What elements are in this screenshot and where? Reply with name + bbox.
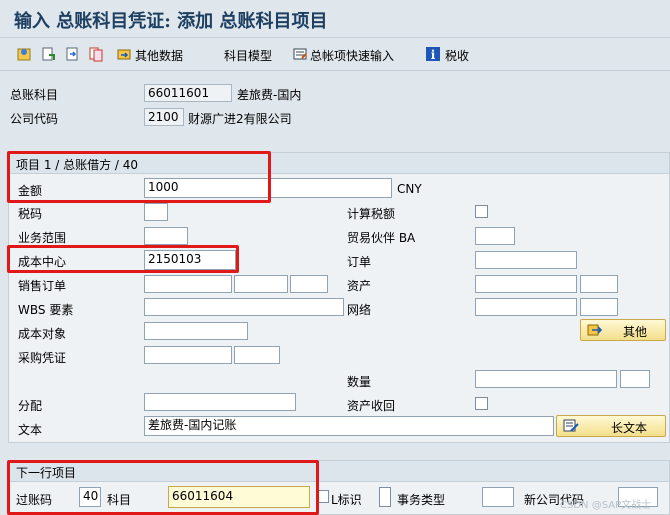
sales-order-item-input[interactable]	[234, 275, 288, 293]
application-toolbar: 其他数据 科目模型 总帐项快速输入 i 税收	[0, 37, 670, 71]
highlight-box-cost-center	[7, 245, 239, 273]
more-button[interactable]: 其他	[580, 319, 666, 341]
sales-order-input[interactable]	[144, 275, 232, 293]
fast-entry-icon[interactable]	[292, 46, 308, 62]
other-data-icon[interactable]	[116, 46, 132, 62]
cost-object-label: 成本对象	[18, 327, 67, 341]
tax-button[interactable]: 税收	[445, 47, 469, 64]
page-title: 输入 总账科目凭证: 添加 总账科目项目	[14, 11, 328, 32]
asset-subnumber-input[interactable]	[580, 275, 618, 293]
transaction-type-input[interactable]	[482, 487, 514, 507]
sgl-indicator-label: L标识	[331, 493, 362, 507]
item-text-input[interactable]: 差旅费-国内记账	[144, 416, 554, 436]
transaction-type-label: 事务类型	[397, 493, 446, 507]
order-input[interactable]	[475, 251, 577, 269]
asset-retirement-checkbox[interactable]	[475, 397, 488, 410]
delete-item-icon[interactable]	[88, 46, 104, 62]
asset-retirement-label: 资产收回	[347, 399, 396, 413]
more-arrow-icon	[587, 324, 603, 336]
business-area-input[interactable]	[144, 227, 188, 245]
document-overview-icon[interactable]	[16, 46, 32, 62]
assignment-input[interactable]	[144, 393, 296, 411]
company-code-field: 2100	[144, 108, 184, 126]
long-text-button[interactable]: 长文本	[556, 415, 666, 437]
purchasing-doc-item-input[interactable]	[234, 346, 280, 364]
text-label: 文本	[18, 423, 43, 437]
calculate-tax-label: 计算税额	[347, 207, 396, 221]
purchasing-doc-input[interactable]	[144, 346, 232, 364]
order-label: 订单	[347, 255, 372, 269]
tax-code-label: 税码	[18, 207, 43, 221]
trading-partner-input[interactable]	[475, 227, 515, 245]
sgl-indicator-input[interactable]	[379, 487, 391, 507]
info-icon[interactable]: i	[425, 46, 441, 62]
sales-order-schedule-input[interactable]	[290, 275, 328, 293]
tax-code-input[interactable]	[144, 203, 168, 221]
network-activity-input[interactable]	[580, 298, 618, 316]
highlight-box-next-item	[7, 460, 319, 515]
gl-account-field: 66011601	[144, 84, 232, 102]
park-document-icon[interactable]	[64, 46, 80, 62]
quantity-label: 数量	[347, 375, 372, 389]
more-button-label: 其他	[622, 325, 647, 339]
sales-order-label: 销售订单	[18, 279, 67, 293]
currency-text: CNY	[397, 182, 422, 196]
hold-document-icon[interactable]	[40, 46, 56, 62]
fast-entry-button[interactable]: 总帐项快速输入	[310, 47, 394, 64]
other-data-button[interactable]: 其他数据	[135, 47, 183, 64]
long-text-icon	[563, 419, 579, 432]
quantity-unit-input[interactable]	[620, 370, 650, 388]
quantity-input[interactable]	[475, 370, 617, 388]
asset-label: 资产	[347, 279, 372, 293]
calculate-tax-checkbox[interactable]	[475, 205, 488, 218]
business-area-label: 业务范围	[18, 231, 67, 245]
wbs-label: WBS 要素	[18, 303, 74, 317]
network-input[interactable]	[475, 298, 577, 316]
trading-partner-label: 贸易伙伴 BA	[347, 231, 416, 245]
purchasing-doc-label: 采购凭证	[18, 351, 67, 365]
cost-object-input[interactable]	[144, 322, 248, 340]
company-code-description: 财源广进2有限公司	[188, 112, 292, 126]
gl-account-label: 总账科目	[10, 88, 59, 102]
highlight-box-item-amount	[7, 151, 271, 203]
asset-input[interactable]	[475, 275, 577, 293]
account-model-button[interactable]: 科目模型	[224, 47, 272, 64]
assignment-label: 分配	[18, 399, 43, 413]
long-text-button-label: 长文本	[610, 421, 647, 435]
watermark: CSDN @SAP文战士	[560, 500, 652, 511]
title-bar: 输入 总账科目凭证: 添加 总账科目项目	[0, 0, 670, 36]
network-label: 网络	[347, 303, 372, 317]
wbs-input[interactable]	[144, 298, 344, 316]
svg-text:i: i	[431, 48, 436, 62]
gl-account-description: 差旅费-国内	[237, 88, 302, 102]
company-code-label: 公司代码	[10, 112, 59, 126]
